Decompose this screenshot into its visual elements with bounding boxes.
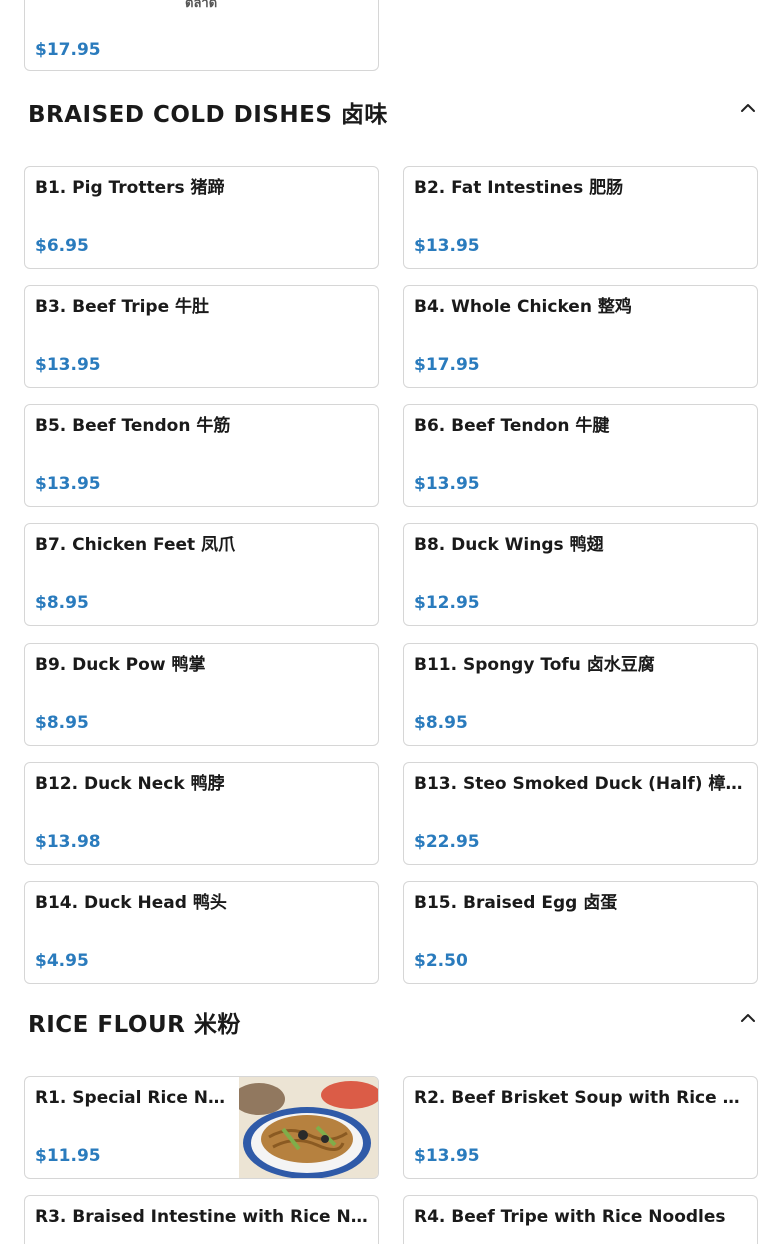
- menu-item-name: R2. Beef Brisket Soup with Rice Noodles: [414, 1088, 747, 1108]
- menu-item-name: R4. Beef Tripe with Rice Noodles: [414, 1207, 726, 1227]
- menu-item-price: $4.95: [35, 951, 89, 971]
- menu-item-card[interactable]: R2. Beef Brisket Soup with Rice Noodles …: [403, 1076, 758, 1179]
- menu-item-name: B6. Beef Tendon 牛腱: [414, 416, 610, 436]
- menu-item-name: B13. Steo Smoked Duck (Half) 樟茶鸭: [414, 774, 747, 794]
- menu-item-card[interactable]: B9. Duck Pow 鸭掌 $8.95: [24, 643, 379, 746]
- menu-item-price: $8.95: [414, 713, 468, 733]
- menu-item-name: B3. Beef Tripe 牛肚: [35, 297, 210, 317]
- menu-item-name: B2. Fat Intestines 肥肠: [414, 178, 624, 198]
- menu-item-price: $17.95: [414, 355, 480, 375]
- dish-photo: [239, 1077, 378, 1178]
- menu-item-price: $17.95: [35, 40, 101, 60]
- menu-item-card[interactable]: B15. Braised Egg 卤蛋 $2.50: [403, 881, 758, 984]
- menu-item-name: B9. Duck Pow 鸭掌: [35, 655, 206, 675]
- menu-item-card[interactable]: B8. Duck Wings 鸭翅 $12.95: [403, 523, 758, 626]
- menu-item-name: B1. Pig Trotters 猪蹄: [35, 178, 225, 198]
- section-title: BRAISED COLD DISHES 卤味: [28, 102, 388, 128]
- menu-item-price: $13.95: [35, 355, 101, 375]
- menu-item-name: ตลาด: [185, 0, 218, 11]
- menu-item-name: R1. Special Rice Noodles: [35, 1088, 228, 1108]
- menu-item-price: $13.95: [414, 474, 480, 494]
- menu-item-card[interactable]: B13. Steo Smoked Duck (Half) 樟茶鸭 $22.95: [403, 762, 758, 865]
- menu-item-name: R3. Braised Intestine with Rice Noodles: [35, 1207, 368, 1227]
- menu-item-price: $22.95: [414, 832, 480, 852]
- section-title: RICE FLOUR 米粉: [28, 1012, 241, 1038]
- menu-item-name: B12. Duck Neck 鸭脖: [35, 774, 225, 794]
- menu-item-card[interactable]: B4. Whole Chicken 整鸡 $17.95: [403, 285, 758, 388]
- menu-item-name: B7. Chicken Feet 凤爪: [35, 535, 236, 555]
- menu-item-card[interactable]: R1. Special Rice Noodles $11.95: [24, 1076, 379, 1179]
- menu-item-card[interactable]: B11. Spongy Tofu 卤水豆腐 $8.95: [403, 643, 758, 746]
- menu-item-name: B5. Beef Tendon 牛筋: [35, 416, 231, 436]
- menu-item-name: B4. Whole Chicken 整鸡: [414, 297, 632, 317]
- menu-item-card[interactable]: B2. Fat Intestines 肥肠 $13.95: [403, 166, 758, 269]
- menu-item-price: $11.95: [35, 1146, 101, 1166]
- menu-item-card[interactable]: B12. Duck Neck 鸭脖 $13.98: [24, 762, 379, 865]
- menu-item-card[interactable]: B1. Pig Trotters 猪蹄 $6.95: [24, 166, 379, 269]
- menu-item-price: $12.95: [414, 593, 480, 613]
- menu-item-name: B8. Duck Wings 鸭翅: [414, 535, 604, 555]
- menu-item-price: $8.95: [35, 593, 89, 613]
- menu-item-price: $13.95: [35, 474, 101, 494]
- menu-item-card[interactable]: B6. Beef Tendon 牛腱 $13.95: [403, 404, 758, 507]
- menu-item-card[interactable]: R3. Braised Intestine with Rice Noodles: [24, 1195, 379, 1244]
- menu-item-name: B11. Spongy Tofu 卤水豆腐: [414, 655, 655, 675]
- menu-item-name: B15. Braised Egg 卤蛋: [414, 893, 618, 913]
- menu-item-card[interactable]: ตลาด $17.95: [24, 0, 379, 71]
- menu-item-price: $6.95: [35, 236, 89, 256]
- chevron-up-icon[interactable]: [738, 1008, 758, 1028]
- menu-item-price: $13.98: [35, 832, 101, 852]
- menu-item-name: B14. Duck Head 鸭头: [35, 893, 227, 913]
- menu-item-card[interactable]: B7. Chicken Feet 凤爪 $8.95: [24, 523, 379, 626]
- menu-item-price: $13.95: [414, 236, 480, 256]
- menu-item-card[interactable]: B5. Beef Tendon 牛筋 $13.95: [24, 404, 379, 507]
- menu-item-price: $13.95: [414, 1146, 480, 1166]
- menu-item-price: $2.50: [414, 951, 468, 971]
- menu-item-price: $8.95: [35, 713, 89, 733]
- menu-item-card[interactable]: B14. Duck Head 鸭头 $4.95: [24, 881, 379, 984]
- chevron-up-icon[interactable]: [738, 98, 758, 118]
- menu-item-card[interactable]: B3. Beef Tripe 牛肚 $13.95: [24, 285, 379, 388]
- menu-item-card[interactable]: R4. Beef Tripe with Rice Noodles: [403, 1195, 758, 1244]
